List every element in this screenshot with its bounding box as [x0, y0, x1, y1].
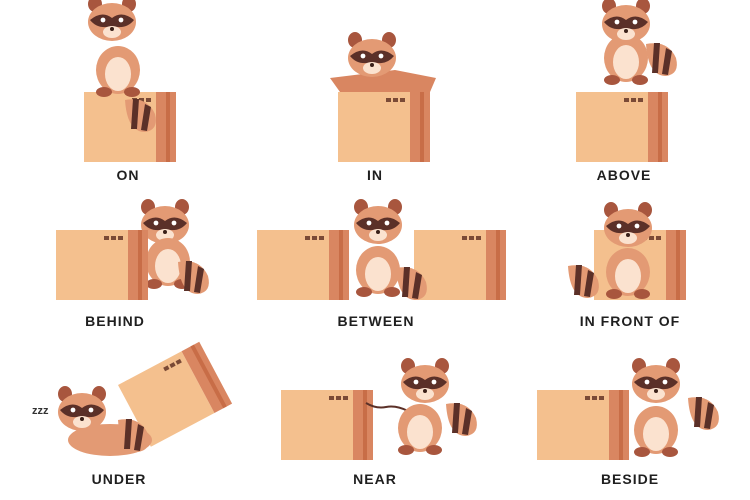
raccoon-tail: [446, 403, 477, 436]
raccoon-head: [401, 358, 449, 403]
sleep-text: zzz: [32, 405, 49, 417]
scene-near: [281, 358, 477, 460]
raccoon-head: [632, 358, 680, 403]
label-between: BETWEEN: [337, 313, 415, 329]
raccoon-head: [604, 202, 652, 247]
raccoon-head: [348, 32, 396, 77]
raccoon-head: [141, 199, 189, 244]
label-under: UNDER: [91, 471, 147, 487]
raccoon-tail: [688, 397, 719, 430]
label-behind: BEHIND: [85, 313, 145, 329]
box: [56, 230, 148, 300]
raccoon-body: [634, 406, 678, 457]
raccoon-body: [96, 46, 140, 97]
label-beside: BESIDE: [600, 471, 660, 487]
raccoon-head: [354, 199, 402, 244]
raccoon-head: [602, 0, 650, 43]
scene-above: [576, 0, 677, 162]
scene-under: zzz: [32, 341, 233, 456]
box: [338, 92, 430, 162]
box-right: [414, 230, 506, 300]
scene-in-front-of: [568, 202, 686, 300]
label-above: ABOVE: [596, 167, 652, 183]
box: [281, 390, 373, 460]
label-in-front-of: IN FRONT OF: [579, 313, 681, 329]
scene-on: [84, 0, 176, 162]
raccoon-body: [398, 404, 442, 455]
illustration-canvas: zzz: [32, 0, 719, 460]
label-near: NEAR: [353, 471, 397, 487]
scene-behind: [56, 199, 209, 300]
box: [537, 390, 629, 460]
scene-in: [330, 32, 436, 162]
raccoon-head: [88, 0, 136, 41]
label-on: ON: [116, 167, 140, 183]
box: [576, 92, 668, 162]
raccoon-body: [356, 246, 400, 297]
raccoon-head: [58, 386, 106, 431]
box-left: [257, 230, 349, 300]
raccoon-body: [606, 248, 650, 299]
label-in: IN: [367, 167, 383, 183]
raccoon-tail: [178, 261, 209, 294]
scene-between: [257, 199, 506, 300]
scene-beside: [537, 358, 719, 460]
raccoon-tail: [646, 43, 677, 76]
